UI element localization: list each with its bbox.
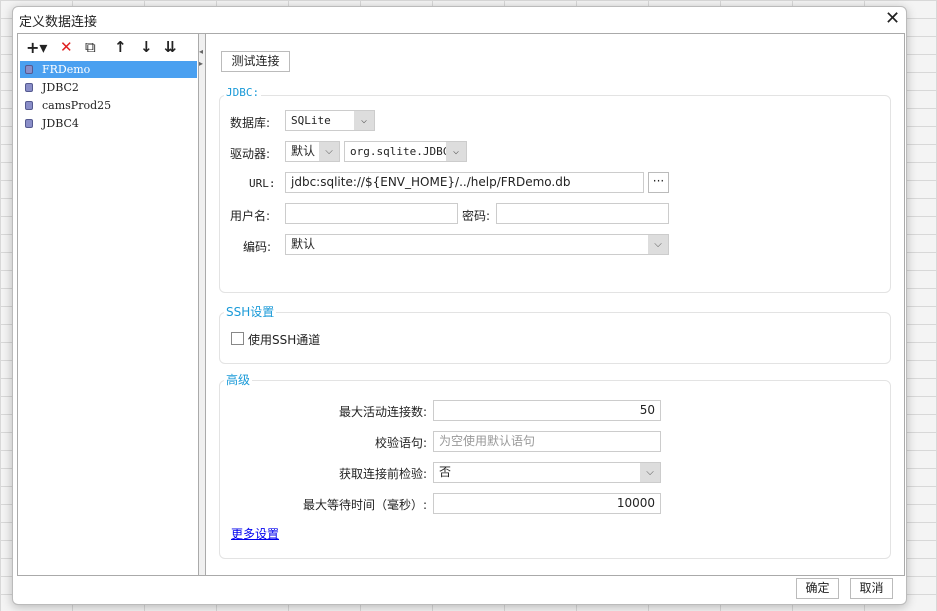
list-item[interactable]: camsProd25 — [20, 97, 197, 114]
label: 数据库: — [230, 116, 271, 130]
label: 驱动器: — [230, 147, 271, 161]
label: 密码: — [462, 209, 491, 223]
max-wait-input[interactable]: 10000 — [433, 493, 661, 514]
browse-button[interactable]: ··· — [648, 172, 669, 193]
group-title: 高级 — [224, 371, 253, 388]
test-before-select[interactable]: 否 ⌵ — [433, 462, 661, 483]
group-title: SSH设置 — [224, 303, 277, 320]
cancel-button[interactable]: 取消 — [850, 578, 893, 599]
content-panel: +▾ ✕ ⧉ ↑ ↓ ⇊ FRDemo JDBC2 camsProd25 JDB… — [17, 33, 905, 576]
ssh-group: SSH设置 使用SSH通道 — [219, 303, 891, 364]
splitter[interactable]: ◂ ▸ — [199, 34, 206, 575]
max-active-input[interactable]: 50 — [433, 400, 661, 421]
label: 获取连接前检验: — [338, 467, 427, 481]
jdbc-group: JDBC: 数据库: SQLite ⌵ 驱动器: 默认 ⌵ org.sqlite.J… — [219, 86, 891, 293]
chevron-down-icon: ⌵ — [354, 111, 374, 130]
database-icon — [25, 65, 33, 74]
settings-panel: 测试连接 JDBC: 数据库: SQLite ⌵ 驱动器: 默认 ⌵ org.sql… — [206, 34, 904, 575]
driver-select[interactable]: org.sqlite.JDBC ⌵ — [344, 141, 467, 162]
dialog-title: 定义数据连接 — [19, 15, 98, 30]
add-icon[interactable]: +▾ — [26, 38, 47, 57]
validation-input[interactable]: 为空使用默认语句 — [433, 431, 661, 452]
label: URL: — [249, 177, 276, 190]
item-label: FRDemo — [42, 63, 91, 76]
label: 最大等待时间（毫秒）: — [302, 498, 427, 512]
ssh-checkbox[interactable] — [231, 332, 244, 345]
encoding-select[interactable]: 默认 ⌵ — [285, 234, 669, 255]
database-icon — [25, 101, 33, 110]
item-label: camsProd25 — [42, 99, 112, 112]
more-settings-link[interactable]: 更多设置 — [231, 525, 279, 542]
dialog: 定义数据连接 ✕ +▾ ✕ ⧉ ↑ ↓ ⇊ FRDemo JDBC2 camsP… — [12, 6, 907, 605]
connection-list-panel: +▾ ✕ ⧉ ↑ ↓ ⇊ FRDemo JDBC2 camsProd25 JDB… — [18, 34, 199, 575]
sort-icon[interactable]: ⇊ — [164, 38, 177, 56]
chevron-down-icon: ⌵ — [446, 142, 466, 161]
username-input[interactable] — [285, 203, 458, 224]
ok-button[interactable]: 确定 — [796, 578, 839, 599]
chevron-down-icon: ⌵ — [319, 142, 339, 161]
driver-mode-select[interactable]: 默认 ⌵ — [285, 141, 340, 162]
chevron-down-icon: ⌵ — [640, 463, 660, 482]
label: 最大活动连接数: — [338, 405, 427, 419]
advanced-group: 高级 最大活动连接数: 50 校验语句: 为空使用默认语句 获取连接前检验: 否… — [219, 371, 891, 559]
list-item[interactable]: JDBC2 — [20, 79, 197, 96]
label: 用户名: — [230, 209, 271, 223]
list-item[interactable]: FRDemo — [20, 61, 197, 78]
copy-icon[interactable]: ⧉ — [85, 38, 96, 56]
password-input[interactable] — [496, 203, 669, 224]
group-title: JDBC: — [224, 86, 262, 99]
move-up-icon[interactable]: ↑ — [114, 38, 127, 56]
item-label: JDBC2 — [42, 81, 79, 94]
ssh-label: 使用SSH通道 — [248, 333, 321, 347]
test-connection-button[interactable]: 测试连接 — [221, 51, 290, 72]
url-input[interactable]: jdbc:sqlite://${ENV_HOME}/../help/FRDemo… — [285, 172, 644, 193]
item-label: JDBC4 — [42, 117, 79, 130]
move-down-icon[interactable]: ↓ — [140, 38, 153, 56]
close-icon[interactable]: ✕ — [885, 8, 900, 29]
chevron-down-icon: ⌵ — [648, 235, 668, 254]
database-icon — [25, 83, 33, 92]
label: 校验语句: — [374, 436, 427, 450]
label: 编码: — [243, 240, 272, 254]
list-item[interactable]: JDBC4 — [20, 115, 197, 132]
database-icon — [25, 119, 33, 128]
database-select[interactable]: SQLite ⌵ — [285, 110, 375, 131]
delete-icon[interactable]: ✕ — [60, 38, 73, 56]
